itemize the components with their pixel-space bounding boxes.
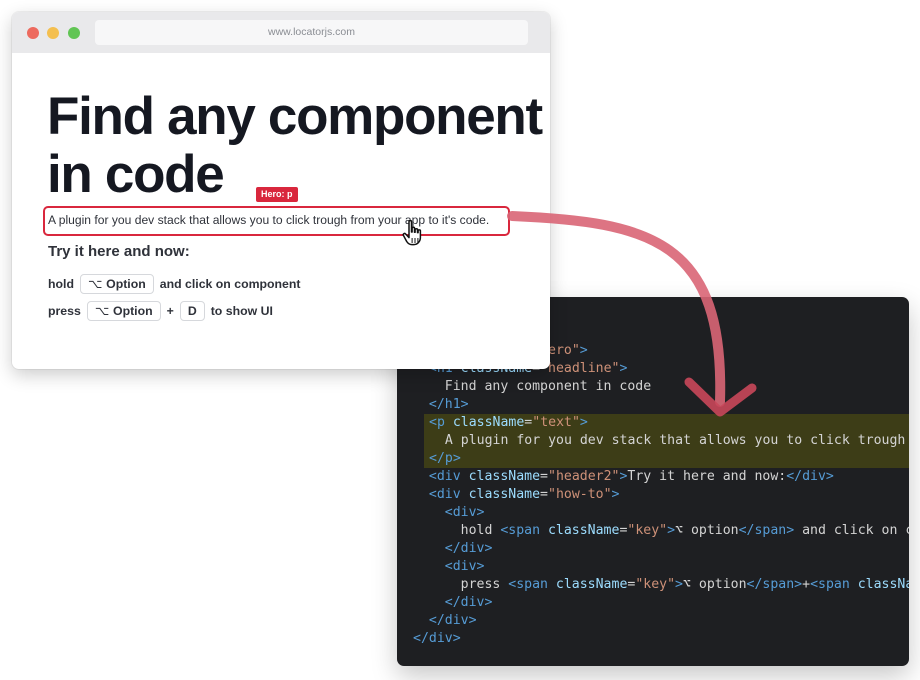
code-token: > — [675, 577, 683, 592]
code-token: ⌥ option — [683, 577, 747, 592]
option-key-icon: ⌥ — [87, 277, 103, 291]
hand-pointer-icon — [402, 219, 422, 246]
option-key-badge: ⌥ Option — [79, 274, 154, 294]
code-line: </div> — [397, 612, 909, 630]
code-line: </div> — [397, 630, 909, 648]
code-token: > — [619, 361, 628, 376]
code-token: </p> — [429, 451, 461, 466]
code-token: </span> — [738, 523, 795, 538]
code-token: <span — [810, 577, 858, 592]
code-token: "header2" — [548, 469, 620, 484]
hold-word: hold — [48, 277, 74, 291]
code-token: Try it here and now: — [627, 469, 787, 484]
code-line: hold <span className="key">⌥ option</spa… — [397, 522, 909, 540]
press-instruction-text: to show UI — [210, 304, 273, 318]
code-token: hold — [413, 523, 501, 538]
component-badge: Hero: p — [256, 187, 298, 202]
code-lines: <div className="hero"> <h1 className="he… — [397, 342, 909, 648]
code-token: > — [667, 523, 676, 538]
code-token: <div — [413, 487, 469, 502]
hold-instruction-row: hold ⌥ Option and click on component — [48, 273, 301, 295]
code-token: "how-to" — [548, 487, 612, 502]
close-window-button[interactable] — [27, 27, 39, 39]
code-token: "headline" — [540, 361, 620, 376]
code-token: <p — [429, 415, 453, 430]
code-token: + — [802, 577, 811, 592]
code-token: </div> — [413, 595, 493, 610]
code-token: ⌥ option — [675, 523, 739, 538]
code-token: </div> — [413, 541, 493, 556]
code-line: <div className="header2">Try it here and… — [397, 468, 909, 486]
option-key-badge: ⌥ Option — [86, 301, 161, 321]
code-token: "key" — [627, 523, 668, 538]
browser-titlebar: www.locatorjs.com — [12, 12, 550, 53]
code-token: className — [452, 415, 525, 430]
code-token: <div> — [413, 505, 485, 520]
code-token: className — [547, 523, 620, 538]
code-token: </span> — [746, 577, 803, 592]
code-token: and click on component — [802, 523, 909, 538]
code-token: A plugin for you dev stack that allows y… — [444, 433, 906, 448]
code-line: <div> — [397, 558, 909, 576]
code-token: > — [611, 487, 620, 502]
code-token: className — [555, 577, 628, 592]
code-token: <span — [500, 523, 548, 538]
code-line: </div> — [397, 540, 909, 558]
option-key-icon: ⌥ — [94, 304, 109, 318]
code-token: </div> — [413, 631, 461, 646]
code-line: </div> — [397, 594, 909, 612]
code-token: <div> — [413, 559, 485, 574]
maximize-window-button[interactable] — [68, 27, 80, 39]
code-token: className — [468, 487, 541, 502]
plus-sign: + — [166, 304, 174, 318]
code-token: Find any component in code — [413, 379, 652, 394]
code-token: </div> — [786, 469, 834, 484]
press-word: press — [48, 304, 81, 318]
code-line: <p className="text"> — [424, 414, 909, 432]
code-token: </div> — [413, 613, 477, 628]
try-heading: Try it here and now: — [48, 243, 190, 260]
minimize-window-button[interactable] — [47, 27, 59, 39]
code-token: <div — [413, 469, 469, 484]
code-token: className — [857, 577, 909, 592]
code-token: > — [579, 415, 588, 430]
code-token: press — [413, 577, 509, 592]
code-token: = — [540, 487, 548, 502]
browser-window: www.locatorjs.com Find any component in … — [12, 12, 550, 369]
hold-instruction-text: and click on component — [159, 277, 301, 291]
option-key-label: Option — [106, 277, 146, 291]
code-line: <div className="how-to"> — [397, 486, 909, 504]
code-token: className — [468, 469, 541, 484]
code-token: </h1> — [413, 397, 469, 412]
code-line: </h1> — [397, 396, 909, 414]
code-token: > — [579, 343, 588, 358]
option-key-label: Option — [113, 304, 153, 318]
code-line: press <span className="key">⌥ option</sp… — [397, 576, 909, 594]
code-token: "key" — [635, 577, 676, 592]
code-line: A plugin for you dev stack that allows y… — [424, 432, 909, 450]
code-line: Find any component in code — [397, 378, 909, 396]
d-key-badge: D — [179, 301, 205, 321]
code-line: </p> — [424, 450, 909, 468]
press-instruction-row: press ⌥ Option + D to show UI — [48, 300, 273, 322]
code-token: "text" — [532, 415, 580, 430]
code-token: = — [540, 469, 548, 484]
address-bar[interactable]: www.locatorjs.com — [95, 20, 528, 45]
code-line: <div> — [397, 504, 909, 522]
code-token: <span — [508, 577, 556, 592]
